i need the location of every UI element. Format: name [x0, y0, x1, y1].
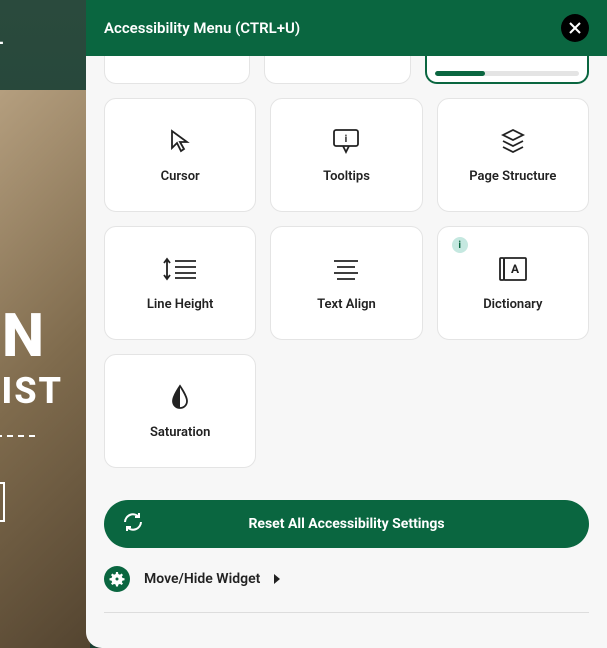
card-label: Dictionary	[483, 297, 542, 312]
progress-bar	[435, 71, 579, 76]
cta-box-fragment	[0, 482, 5, 522]
dictionary-option[interactable]: i A Dictionary	[437, 226, 589, 340]
card-label: Text Align	[317, 297, 376, 312]
reset-button[interactable]: Reset All Accessibility Settings	[104, 500, 589, 548]
card-label: Cursor	[161, 169, 200, 184]
move-hide-widget[interactable]: Move/Hide Widget	[104, 566, 589, 613]
divider-dashes	[0, 435, 35, 437]
reset-label: Reset All Accessibility Settings	[248, 516, 444, 532]
close-icon	[568, 21, 582, 35]
dictionary-icon: A	[497, 255, 529, 283]
cursor-option[interactable]: Cursor	[104, 98, 256, 212]
headline-fragment-1: İN	[0, 300, 48, 371]
svg-text:i: i	[345, 134, 348, 145]
partial-card-selected[interactable]	[425, 56, 589, 84]
page-structure-option[interactable]: Page Structure	[437, 98, 589, 212]
partial-row-previous	[104, 56, 589, 84]
refresh-icon	[122, 511, 144, 537]
chevron-right-icon	[274, 574, 280, 584]
tooltips-option[interactable]: i Tooltips	[270, 98, 422, 212]
info-badge: i	[452, 237, 468, 253]
panel-title: Accessibility Menu (CTRL+U)	[104, 19, 300, 37]
panel-body: Cursor i Tooltips	[86, 56, 607, 648]
partial-card[interactable]	[264, 56, 410, 84]
saturation-icon	[170, 383, 190, 411]
headline-fragment-2: LIST	[0, 370, 63, 412]
line-height-icon	[162, 255, 198, 283]
svg-text:A: A	[511, 262, 520, 276]
accessibility-panel: Accessibility Menu (CTRL+U)	[86, 0, 607, 648]
panel-header: Accessibility Menu (CTRL+U)	[86, 0, 607, 56]
nav-text-fragment: BL	[0, 28, 5, 49]
saturation-option[interactable]: Saturation	[104, 354, 256, 468]
options-grid: Cursor i Tooltips	[104, 98, 589, 468]
card-label: Saturation	[150, 425, 210, 440]
page-structure-icon	[499, 127, 527, 155]
close-button[interactable]	[561, 14, 589, 42]
move-hide-label: Move/Hide Widget	[144, 571, 260, 587]
gear-icon	[104, 566, 130, 592]
cursor-icon	[167, 127, 193, 155]
text-align-icon	[332, 255, 360, 283]
text-align-option[interactable]: Text Align	[270, 226, 422, 340]
tooltips-icon: i	[331, 127, 361, 155]
card-label: Page Structure	[469, 169, 556, 184]
card-label: Tooltips	[323, 169, 370, 184]
progress-fill	[435, 71, 486, 76]
card-label: Line Height	[147, 297, 214, 312]
partial-card[interactable]	[104, 56, 250, 84]
line-height-option[interactable]: Line Height	[104, 226, 256, 340]
